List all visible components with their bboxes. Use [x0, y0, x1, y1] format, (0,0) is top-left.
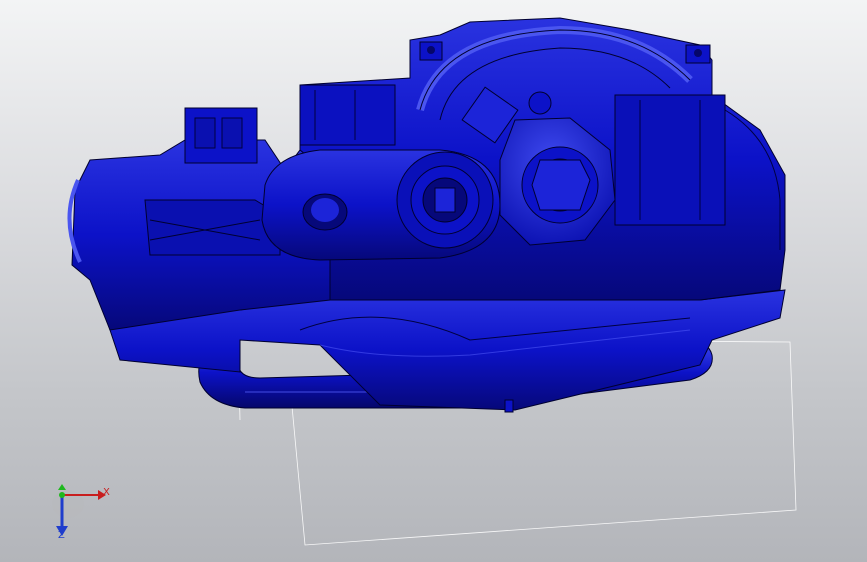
x-axis-label: X [103, 487, 110, 498]
port-housing [261, 149, 501, 261]
z-axis-label: Z [58, 530, 65, 541]
y-axis-arrow-icon [58, 484, 66, 490]
engine-model[interactable] [0, 0, 867, 562]
triad-graphic [52, 484, 106, 536]
graphics-viewport[interactable]: X Z [0, 0, 867, 562]
mounting-foot [504, 399, 514, 413]
coordinate-triad: X Z [40, 478, 130, 548]
